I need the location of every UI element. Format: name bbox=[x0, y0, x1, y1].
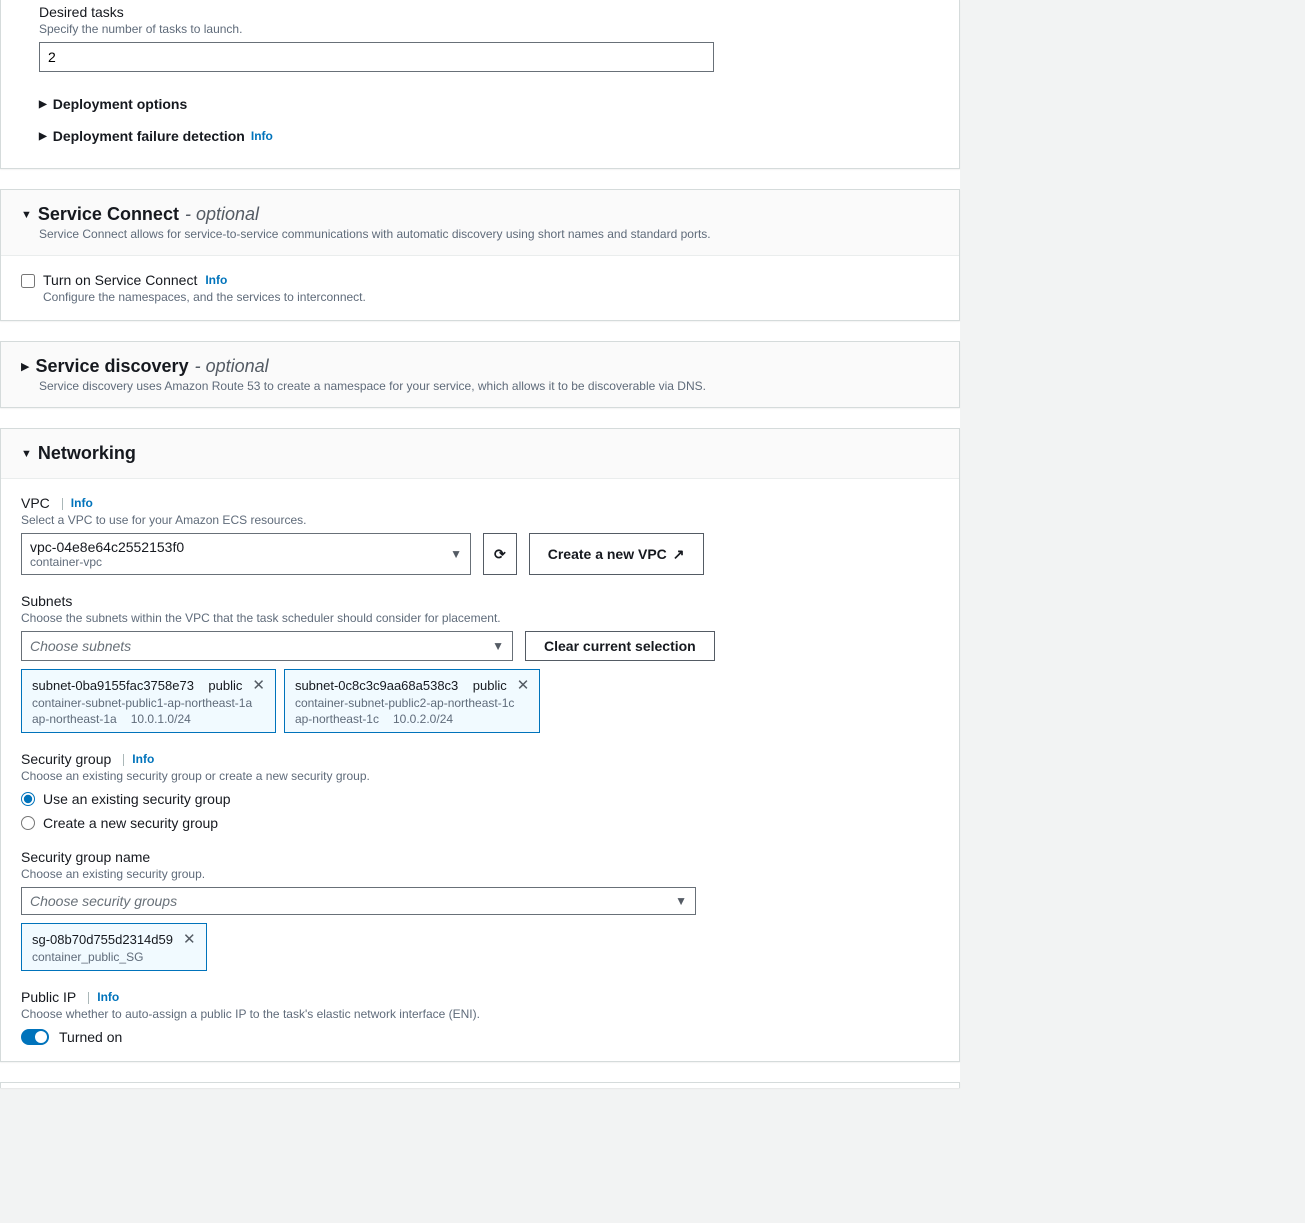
vpc-info-link[interactable]: Info bbox=[58, 496, 93, 510]
vpc-value: vpc-04e8e64c2552153f0 bbox=[30, 539, 184, 555]
deployment-options-expander[interactable]: ▶ Deployment options bbox=[39, 88, 939, 120]
clear-subnets-label: Clear current selection bbox=[544, 638, 696, 654]
service-connect-title: Service Connect bbox=[38, 204, 179, 225]
public-ip-label: Public IP bbox=[21, 989, 76, 1005]
service-connect-check-label: Turn on Service Connect bbox=[43, 272, 197, 288]
caret-down-icon: ▼ bbox=[450, 547, 462, 561]
deployment-failure-info-link[interactable]: Info bbox=[251, 129, 273, 143]
desired-tasks-input[interactable] bbox=[39, 42, 714, 72]
public-ip-toggle[interactable] bbox=[21, 1029, 49, 1045]
chevron-down-icon: ▼ bbox=[21, 209, 32, 221]
sg-existing-radio[interactable] bbox=[21, 792, 35, 806]
service-connect-desc: Service Connect allows for service-to-se… bbox=[39, 227, 939, 241]
external-link-icon: ↗ bbox=[673, 546, 685, 563]
sg-create-label: Create a new security group bbox=[43, 815, 218, 831]
caret-down-icon: ▼ bbox=[492, 639, 504, 653]
deployment-options-label: Deployment options bbox=[53, 96, 188, 112]
chevron-right-icon: ▶ bbox=[21, 360, 29, 373]
sg-token: sg-08b70d755d2314d59 ✕ container_public_… bbox=[21, 923, 207, 971]
public-ip-state: Turned on bbox=[59, 1029, 122, 1045]
subnet-remove-icon[interactable]: ✕ bbox=[252, 676, 265, 694]
subnet-pub: public bbox=[208, 678, 242, 693]
service-discovery-desc: Service discovery uses Amazon Route 53 t… bbox=[39, 379, 939, 393]
public-ip-desc: Choose whether to auto-assign a public I… bbox=[21, 1007, 939, 1021]
service-connect-checkbox[interactable] bbox=[21, 274, 35, 288]
subnet-name: container-subnet-public1-ap-northeast-1a bbox=[32, 696, 252, 710]
subnet-pub: public bbox=[473, 678, 507, 693]
subnet-cidr: 10.0.2.0/24 bbox=[393, 712, 453, 726]
vpc-label: VPC bbox=[21, 495, 50, 511]
sg-select[interactable]: Choose security groups ▼ bbox=[21, 887, 696, 915]
chevron-right-icon: ▶ bbox=[39, 99, 47, 110]
subnet-az: ap-northeast-1c bbox=[295, 712, 379, 726]
service-connect-info-link[interactable]: Info bbox=[205, 273, 227, 287]
subnet-name: container-subnet-public2-ap-northeast-1c bbox=[295, 696, 514, 710]
service-discovery-title: Service discovery bbox=[35, 356, 188, 377]
sg-existing-label: Use an existing security group bbox=[43, 791, 231, 807]
subnet-token: subnet-0c8c3c9aa68a538c3 public ✕ contai… bbox=[284, 669, 540, 733]
subnet-cidr: 10.0.1.0/24 bbox=[131, 712, 191, 726]
sg-create-radio[interactable] bbox=[21, 816, 35, 830]
desired-tasks-desc: Specify the number of tasks to launch. bbox=[39, 22, 939, 36]
desired-tasks-label: Desired tasks bbox=[39, 4, 939, 20]
sg-token-id: sg-08b70d755d2314d59 bbox=[32, 932, 173, 947]
service-connect-expander[interactable]: ▼ Service Connect - optional bbox=[21, 204, 939, 225]
subnets-label: Subnets bbox=[21, 593, 939, 609]
caret-down-icon: ▼ bbox=[675, 894, 687, 908]
vpc-select[interactable]: vpc-04e8e64c2552153f0 container-vpc ▼ bbox=[21, 533, 471, 575]
create-vpc-label: Create a new VPC bbox=[548, 546, 667, 562]
vpc-sub: container-vpc bbox=[30, 555, 184, 569]
refresh-icon: ⟳ bbox=[494, 546, 506, 563]
security-group-info-link[interactable]: Info bbox=[119, 752, 154, 766]
chevron-right-icon: ▶ bbox=[39, 131, 47, 142]
security-group-desc: Choose an existing security group or cre… bbox=[21, 769, 939, 783]
service-discovery-expander[interactable]: ▶ Service discovery - optional bbox=[21, 356, 939, 377]
service-connect-check-desc: Configure the namespaces, and the servic… bbox=[43, 290, 366, 304]
subnets-desc: Choose the subnets within the VPC that t… bbox=[21, 611, 939, 625]
sg-name-desc: Choose an existing security group. bbox=[21, 867, 939, 881]
subnet-token: subnet-0ba9155fac3758e73 public ✕ contai… bbox=[21, 669, 276, 733]
deployment-failure-expander[interactable]: ▶ Deployment failure detection Info bbox=[39, 120, 939, 152]
sg-name-label: Security group name bbox=[21, 849, 939, 865]
sg-placeholder: Choose security groups bbox=[30, 893, 177, 909]
deployment-failure-label: Deployment failure detection bbox=[53, 128, 245, 144]
subnet-az: ap-northeast-1a bbox=[32, 712, 117, 726]
service-connect-optional: - optional bbox=[185, 204, 259, 225]
subnet-id: subnet-0ba9155fac3758e73 bbox=[32, 678, 194, 693]
subnet-id: subnet-0c8c3c9aa68a538c3 bbox=[295, 678, 458, 693]
subnets-placeholder: Choose subnets bbox=[30, 638, 131, 654]
sg-remove-icon[interactable]: ✕ bbox=[183, 930, 196, 948]
service-discovery-optional: - optional bbox=[195, 356, 269, 377]
create-vpc-button[interactable]: Create a new VPC ↗ bbox=[529, 533, 704, 575]
sg-token-name: container_public_SG bbox=[32, 950, 143, 964]
vpc-refresh-button[interactable]: ⟳ bbox=[483, 533, 517, 575]
networking-expander[interactable]: ▼ Networking bbox=[21, 443, 939, 464]
security-group-label: Security group bbox=[21, 751, 111, 767]
clear-subnets-button[interactable]: Clear current selection bbox=[525, 631, 715, 661]
networking-title: Networking bbox=[38, 443, 136, 464]
chevron-down-icon: ▼ bbox=[21, 448, 32, 460]
public-ip-info-link[interactable]: Info bbox=[84, 990, 119, 1004]
vpc-desc: Select a VPC to use for your Amazon ECS … bbox=[21, 513, 939, 527]
subnet-remove-icon[interactable]: ✕ bbox=[517, 676, 530, 694]
subnets-select[interactable]: Choose subnets ▼ bbox=[21, 631, 513, 661]
